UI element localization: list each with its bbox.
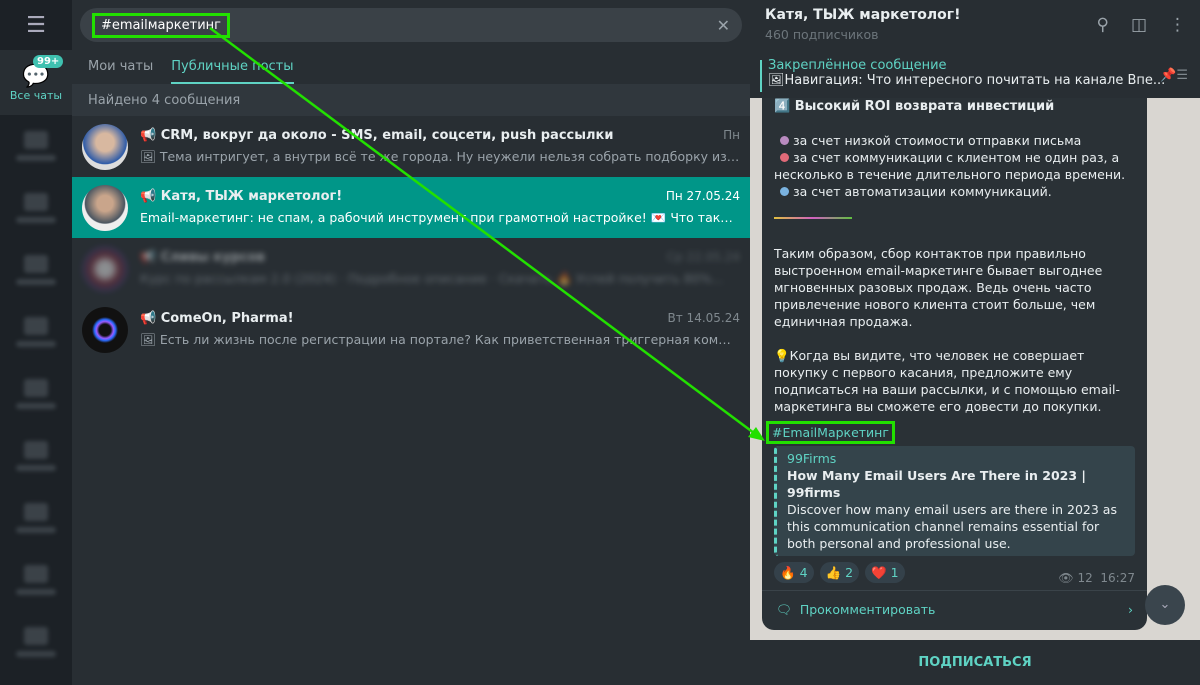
avatar [82,123,128,170]
message-paragraph: Таким образом, сбор контактов при правил… [774,246,1103,329]
scroll-down-button[interactable]: ⌄ [1145,585,1185,625]
folder-item[interactable] [0,177,72,239]
chevron-right-icon: › [1128,602,1133,617]
hashtag-link[interactable]: #EmailМаркетинг [766,421,895,444]
link-title: How Many Email Users Are There in 2023 |… [787,468,1086,500]
folder-icon [24,627,48,645]
result-preview: 🖼 Есть ли жизнь после регистрации на пор… [140,332,740,347]
sidebar-toggle-icon[interactable]: ◫ [1131,15,1147,35]
message-time: 16:27 [1100,571,1135,585]
folder-item[interactable] [0,425,72,487]
result-date: Вт 14.05.24 [667,311,740,325]
avatar [82,184,128,231]
result-title: 📢 Катя, ТЫЖ маркетолог! [140,189,343,204]
message-bubble: 4️⃣ Высокий ROI возврата инвестиций за с… [762,98,1147,630]
subscribe-button[interactable]: ПОДПИСАТЬСЯ [750,640,1200,685]
result-title: 📢 CRM, вокруг да около - SMS, email, соц… [140,128,614,143]
folder-icon [24,565,48,583]
search-query: #emailмаркетинг [92,12,230,38]
bullet-icon [780,136,789,145]
link-site: 99Firms [787,451,837,466]
view-count: 12 [1077,571,1093,585]
result-title: 📢 ComeOn, Pharma! [140,311,294,326]
pinned-message[interactable]: Закреплённое сообщение 🖼Навигация: Что и… [750,52,1200,98]
message-paragraph: 💡Когда вы видите, что человек не соверша… [774,348,1120,414]
result-item-selected[interactable]: 📢 Катя, ТЫЖ маркетолог! Пн 27.05.24 Email… [72,177,750,238]
comment-button[interactable]: 🗨 Прокомментировать › [762,590,1147,628]
result-item[interactable]: 📢 CRM, вокруг да около - SMS, email, соц… [72,116,750,177]
reaction-thumbs-up[interactable]: 👍 2 [819,562,860,583]
bullet-text: за счет низкой стоимости отправки письма [793,133,1082,148]
menu-icon[interactable]: ☰ [0,0,72,50]
bullet-text: за счет коммуникации с клиентом не один … [774,150,1126,182]
avatar [82,245,128,292]
search-results-panel: #emailмаркетинг ✕ Мои чаты Публичные пос… [72,0,750,685]
message-meta: 👁 12 16:27 [1058,570,1135,587]
result-preview: Курс по рассылкам 2.0 (2024) · Подробное… [140,271,724,286]
pinned-label: Закреплённое сообщение [768,58,947,73]
tab-my-chats[interactable]: Мои чаты [88,50,153,84]
message-heading: 4️⃣ Высокий ROI возврата инвестиций [774,99,1055,114]
chat-panel: Катя, ТЫЖ маркетолог! 460 подписчиков ⚲ ◫… [750,0,1200,685]
divider [774,217,852,219]
result-date: Пн [723,128,740,142]
search-icon[interactable]: ⚲ [1096,15,1108,35]
search-input[interactable]: #emailмаркетинг ✕ [80,8,742,42]
folder-icon [24,317,48,335]
folder-icon [24,193,48,211]
bullet-icon [780,187,789,196]
folder-item[interactable] [0,115,72,177]
unread-badge: 99+ [33,55,64,68]
folder-item[interactable] [0,611,72,673]
reaction-fire[interactable]: 🔥 4 [774,562,814,583]
folder-icon [24,131,48,149]
folder-icon [24,379,48,397]
result-preview: 🖼 Тема интригует, а внутри всё те же гор… [140,149,740,164]
result-preview: Email-маркетинг: не спам, а рабочий инст… [140,210,740,225]
pin-list-icon[interactable]: 📌☰ [1160,68,1188,83]
folder-all-chats[interactable]: 💬 99+ Все чаты [0,50,72,115]
folder-label: Все чаты [9,88,63,102]
pinned-text: 🖼Навигация: Что интересного почитать на … [768,73,1166,88]
result-item[interactable]: 📢 Сливы курсов Ср 22.05.24 Курс по рассыл… [72,238,750,299]
result-item[interactable]: 📢 ComeOn, Pharma! Вт 14.05.24 🖼 Есть ли ж… [72,299,750,360]
eye-icon: 👁 [1058,571,1074,585]
folder-item[interactable] [0,549,72,611]
more-icon[interactable]: ⋮ [1169,15,1186,35]
comment-label: Прокомментировать [799,602,936,617]
clear-icon[interactable]: ✕ [717,16,730,35]
link-description: Discover how many email users are there … [787,502,1117,551]
folder-item[interactable] [0,239,72,301]
folder-icon [24,255,48,273]
avatar [82,306,128,353]
folder-item[interactable] [0,301,72,363]
link-preview[interactable]: 99Firms How Many Email Users Are There i… [774,446,1135,556]
bullet-icon [780,153,789,162]
result-title: 📢 Сливы курсов [140,250,265,265]
folder-item[interactable] [0,363,72,425]
folder-item[interactable] [0,487,72,549]
folder-sidebar: ☰ 💬 99+ Все чаты [0,0,72,685]
tab-public-posts[interactable]: Публичные посты [171,50,294,84]
result-date: Пн 27.05.24 [665,189,740,203]
folder-icon [24,441,48,459]
results-count: Найдено 4 сообщения [72,84,750,116]
folder-icon [24,503,48,521]
result-date: Ср 22.05.24 [666,250,740,264]
reaction-heart[interactable]: ❤️ 1 [865,562,905,583]
comment-icon: 🗨 [776,602,792,617]
bullet-text: за счет автоматизации коммуникаций. [793,184,1052,199]
